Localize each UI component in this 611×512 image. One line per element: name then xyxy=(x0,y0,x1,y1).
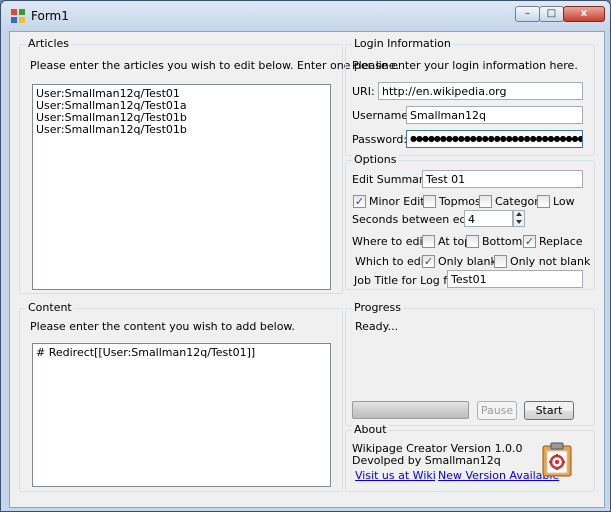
progress-bar xyxy=(352,401,469,419)
login-instructions: Please enter your login information here… xyxy=(352,59,578,72)
at-top-checkbox[interactable] xyxy=(422,235,435,248)
low-label: Low xyxy=(553,195,575,208)
author-text: Devolped by Smallman12q xyxy=(352,454,501,467)
job-title-input[interactable]: Test01 xyxy=(447,270,583,288)
form-client-area: Articles Please enter the articles you w… xyxy=(9,31,605,508)
spin-down-icon[interactable] xyxy=(516,220,522,224)
minor-edit-label: Minor Edit xyxy=(369,195,425,208)
username-label: Username: xyxy=(352,109,412,122)
articles-textarea[interactable]: User:Smallman12q/Test01 User:Smallman12q… xyxy=(32,84,331,290)
content-group-title: Content xyxy=(26,301,74,314)
minimize-button[interactable]: – xyxy=(515,6,540,22)
password-label: Password: xyxy=(352,133,408,146)
uri-input[interactable]: http://en.wikipedia.org xyxy=(378,82,583,100)
start-button[interactable]: Start xyxy=(524,401,574,420)
clipboard-icon xyxy=(542,442,572,477)
only-not-blank-checkbox[interactable] xyxy=(494,255,507,268)
only-blank-label: Only blank xyxy=(438,255,497,268)
visit-wikipedia-link[interactable]: Visit us at Wikipedia xyxy=(355,469,435,482)
only-blank-checkbox[interactable]: ✓ xyxy=(422,255,435,268)
edit-summary-input[interactable]: Test 01 xyxy=(422,170,583,188)
options-group: Options Edit Summary: Test 01 ✓ Minor Ed… xyxy=(345,153,595,290)
login-group: Login Information Please enter your logi… xyxy=(345,37,595,156)
pause-button[interactable]: Pause xyxy=(477,401,517,420)
replace-checkbox[interactable]: ✓ xyxy=(523,235,536,248)
progress-status: Ready... xyxy=(355,320,399,333)
password-input[interactable]: ●●●●●●●●●●●●●●●●●●●●●●●●●●●●● xyxy=(406,130,583,148)
seconds-spinner-buttons[interactable] xyxy=(513,210,525,227)
login-group-title: Login Information xyxy=(352,37,453,50)
edit-summary-label: Edit Summary: xyxy=(352,173,433,186)
which-to-edit-label: Which to edit: xyxy=(355,255,432,268)
bottom-label: Bottom xyxy=(482,235,523,248)
main-window: Form1 – □ x Articles Please enter the ar… xyxy=(0,0,611,512)
only-not-blank-label: Only not blank xyxy=(510,255,591,268)
articles-group-title: Articles xyxy=(26,37,72,50)
topmost-checkbox[interactable] xyxy=(423,195,436,208)
article-line: User:Smallman12q/Test01b xyxy=(36,123,187,136)
title-bar[interactable]: Form1 – □ x xyxy=(1,1,611,31)
username-input[interactable]: Smallman12q xyxy=(406,106,583,124)
about-group: About Wikipage Creator Version 1.0.0 Dev… xyxy=(345,423,595,492)
minor-edit-checkbox[interactable]: ✓ xyxy=(353,195,366,208)
category-checkbox[interactable] xyxy=(479,195,492,208)
articles-group: Articles Please enter the articles you w… xyxy=(19,37,399,294)
content-line: # Redirect[[User:Smallman12q/Test01]] xyxy=(36,346,256,359)
content-textarea[interactable]: # Redirect[[User:Smallman12q/Test01]] xyxy=(32,343,331,487)
progress-group-title: Progress xyxy=(352,301,403,314)
visit-link-clip: Visit us at Wikipedia xyxy=(355,469,435,483)
content-instructions: Please enter the content you wish to add… xyxy=(30,320,295,333)
seconds-between-edits-spinner[interactable]: 4 xyxy=(464,210,513,227)
spin-up-icon[interactable] xyxy=(516,212,522,216)
app-icon xyxy=(11,9,25,23)
options-group-title: Options xyxy=(352,153,399,166)
window-title: Form1 xyxy=(31,9,69,23)
close-button[interactable]: x xyxy=(563,6,605,22)
low-checkbox[interactable] xyxy=(537,195,550,208)
bottom-checkbox[interactable] xyxy=(466,235,479,248)
where-to-edit-label: Where to edit: xyxy=(352,235,431,248)
replace-label: Replace xyxy=(539,235,583,248)
articles-instructions: Please enter the articles you wish to ed… xyxy=(30,59,400,72)
progress-group: Progress Ready... Pause Start xyxy=(345,301,595,426)
about-group-title: About xyxy=(352,423,389,436)
uri-label: URI: xyxy=(352,85,375,98)
content-group: Content Please enter the content you wis… xyxy=(19,301,343,492)
maximize-button[interactable]: □ xyxy=(539,6,564,22)
